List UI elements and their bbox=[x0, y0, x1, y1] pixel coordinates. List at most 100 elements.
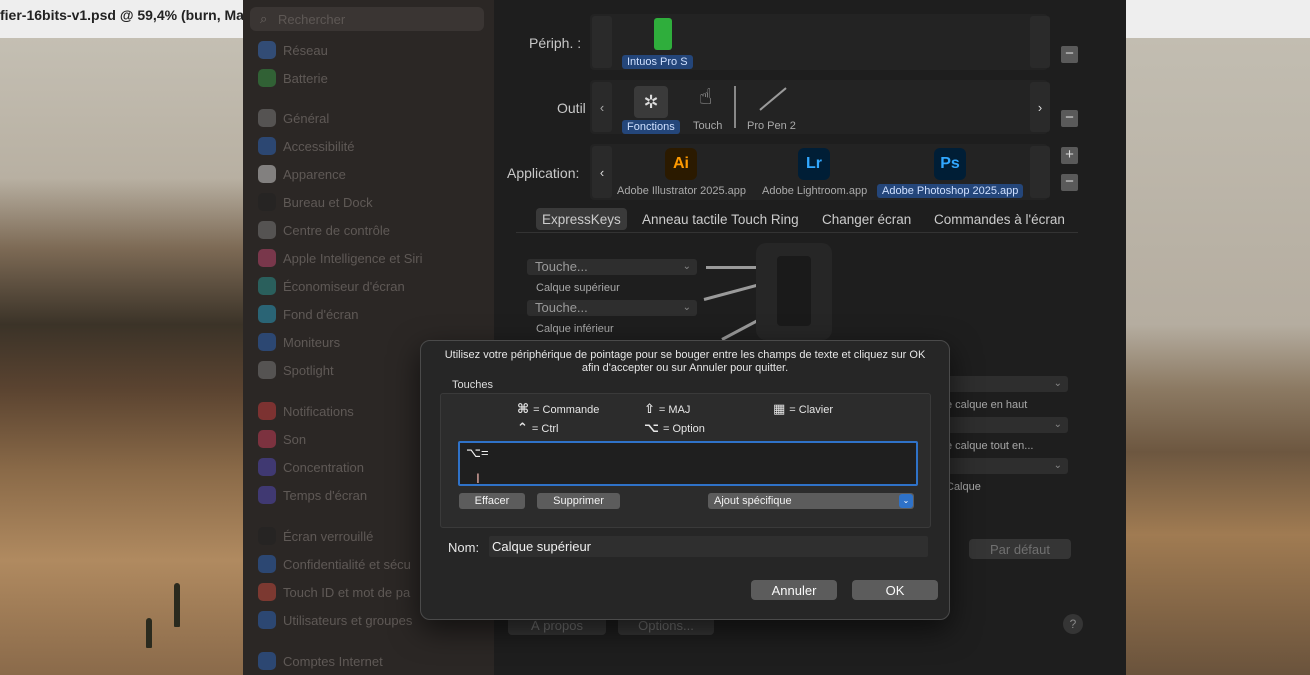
key-sequence-field[interactable]: ⌥= I bbox=[458, 441, 918, 486]
sidebar-item-label: Apple Intelligence et Siri bbox=[283, 250, 423, 266]
sidebar-item[interactable]: Batterie bbox=[258, 68, 328, 88]
device-prev-button[interactable] bbox=[592, 16, 612, 68]
sidebar-item[interactable]: Réseau bbox=[258, 40, 328, 60]
expresskey-2-popup[interactable]: Touche... ⌄ bbox=[527, 300, 697, 316]
sidebar-item-icon bbox=[258, 583, 276, 601]
app-prev-button[interactable]: ‹ bbox=[592, 146, 612, 198]
app-name-illustrator[interactable]: Adobe Illustrator 2025.app bbox=[617, 185, 746, 197]
sidebar-item[interactable]: Économiseur d'écran bbox=[258, 276, 405, 296]
ajout-specifique-select[interactable]: Ajout spécifique ⌄ bbox=[708, 493, 914, 509]
app-add-button[interactable]: + bbox=[1061, 147, 1078, 164]
expresskey-1-popup[interactable]: Touche... ⌄ bbox=[527, 259, 697, 275]
sidebar-item-icon bbox=[258, 611, 276, 629]
expresskey-3-popup[interactable]: ⌄ bbox=[942, 376, 1068, 392]
sidebar-item-icon bbox=[258, 221, 276, 239]
app-remove-button[interactable]: − bbox=[1061, 174, 1078, 191]
expresskey-3-label: e calque en haut bbox=[946, 399, 1028, 411]
sidebar-item[interactable]: Utilisateurs et groupes bbox=[258, 610, 412, 630]
tool-remove-button[interactable]: − bbox=[1061, 110, 1078, 127]
sidebar-item[interactable]: Bureau et Dock bbox=[258, 192, 373, 212]
legend-ctrl: ⌃ = Ctrl bbox=[517, 420, 559, 435]
app-next-button[interactable] bbox=[1030, 146, 1050, 198]
tool-item-pro-pen[interactable]: Pro Pen 2 bbox=[747, 120, 796, 132]
photoshop-document-title: fier-16bits-v1.psd @ 59,4% (burn, Masq bbox=[0, 7, 261, 23]
effacer-button[interactable]: Effacer bbox=[459, 493, 525, 509]
sidebar-item-icon bbox=[258, 430, 276, 448]
expresskey-5-popup[interactable]: ⌄ bbox=[942, 458, 1068, 474]
tool-next-button[interactable]: › bbox=[1030, 82, 1050, 132]
tool-divider bbox=[734, 86, 736, 128]
photo-canvas-right bbox=[1126, 38, 1310, 675]
sidebar-item[interactable]: Comptes Internet bbox=[258, 651, 383, 671]
sidebar-item[interactable]: Apparence bbox=[258, 164, 346, 184]
sidebar-item[interactable]: Temps d'écran bbox=[258, 485, 367, 505]
sidebar-item-label: Comptes Internet bbox=[283, 653, 383, 669]
sidebar-item-icon bbox=[258, 486, 276, 504]
device-remove-button[interactable]: − bbox=[1061, 46, 1078, 63]
sidebar-item-icon bbox=[258, 333, 276, 351]
tab-changer-ecran[interactable]: Changer écran bbox=[816, 208, 917, 230]
sidebar-item-label: Confidentialité et sécu bbox=[283, 556, 411, 572]
tablet-icon[interactable] bbox=[654, 18, 672, 50]
sidebar-item[interactable]: Général bbox=[258, 108, 329, 128]
tab-commandes-ecran[interactable]: Commandes à l'écran bbox=[928, 208, 1071, 230]
lightroom-icon[interactable]: Lr bbox=[798, 148, 830, 180]
sidebar-item-icon bbox=[258, 277, 276, 295]
expresskey-5-label: Calque bbox=[946, 481, 981, 493]
sidebar-item-label: Son bbox=[283, 431, 307, 447]
tool-item-fonctions[interactable]: Fonctions bbox=[622, 120, 680, 134]
sidebar-item-label: Économiseur d'écran bbox=[283, 278, 405, 294]
tab-touch-ring[interactable]: Anneau tactile Touch Ring bbox=[636, 208, 805, 230]
key-entry-dialog: Utilisez votre périphérique de pointage … bbox=[420, 340, 950, 620]
device-name[interactable]: Intuos Pro S bbox=[622, 55, 693, 69]
sidebar-item-label: Réseau bbox=[283, 42, 328, 58]
sidebar-item-icon bbox=[258, 249, 276, 267]
expresskey-2-label: Calque inférieur bbox=[536, 323, 614, 335]
supprimer-button[interactable]: Supprimer bbox=[537, 493, 620, 509]
text-cursor-icon: I bbox=[476, 470, 480, 486]
sidebar-item-icon bbox=[258, 527, 276, 545]
cypress-tree bbox=[174, 583, 180, 627]
device-next-button[interactable] bbox=[1030, 16, 1050, 68]
sidebar-item[interactable]: Écran verrouillé bbox=[258, 526, 373, 546]
ok-button[interactable]: OK bbox=[852, 580, 938, 600]
tab-expresskeys[interactable]: ExpressKeys bbox=[536, 208, 627, 230]
key-sequence-value: ⌥= bbox=[466, 445, 489, 460]
sidebar-item[interactable]: Concentration bbox=[258, 457, 364, 477]
touches-group-label: Touches bbox=[452, 379, 493, 391]
app-name-photoshop[interactable]: Adobe Photoshop 2025.app bbox=[877, 184, 1024, 198]
app-name-lightroom[interactable]: Adobe Lightroom.app bbox=[762, 185, 867, 197]
nom-input[interactable]: Calque supérieur bbox=[489, 536, 928, 557]
par-defaut-button[interactable]: Par défaut bbox=[969, 539, 1071, 559]
tool-prev-button[interactable]: ‹ bbox=[592, 82, 612, 132]
sidebar-item[interactable]: Spotlight bbox=[258, 360, 334, 380]
sidebar-item[interactable]: Moniteurs bbox=[258, 332, 340, 352]
sidebar-item-label: Batterie bbox=[283, 70, 328, 86]
functions-icon[interactable]: ✲ bbox=[634, 86, 668, 118]
sidebar-item[interactable]: Centre de contrôle bbox=[258, 220, 390, 240]
sidebar-item[interactable]: Accessibilité bbox=[258, 136, 355, 156]
application-label: Application: bbox=[507, 165, 580, 181]
sidebar-item-label: Apparence bbox=[283, 166, 346, 182]
annuler-button[interactable]: Annuler bbox=[751, 580, 837, 600]
photoshop-icon[interactable]: Ps bbox=[934, 148, 966, 180]
sidebar-item-icon bbox=[258, 165, 276, 183]
sidebar-item[interactable]: Apple Intelligence et Siri bbox=[258, 248, 422, 268]
sidebar-item[interactable]: Notifications bbox=[258, 401, 354, 421]
expresskey-1-label: Calque supérieur bbox=[536, 282, 620, 294]
sidebar-item-label: Notifications bbox=[283, 403, 354, 419]
keyboard-icon: ▦ bbox=[773, 401, 786, 416]
help-button[interactable]: ? bbox=[1063, 614, 1083, 634]
expresskey-4-label: e calque tout en... bbox=[946, 440, 1034, 452]
sidebar-item-icon bbox=[258, 69, 276, 87]
illustrator-icon[interactable]: Ai bbox=[665, 148, 697, 180]
touch-hand-icon[interactable]: ☝ bbox=[699, 84, 713, 116]
sidebar-item[interactable]: Confidentialité et sécu bbox=[258, 554, 411, 574]
sidebar-item[interactable]: Son bbox=[258, 429, 306, 449]
dialog-instructions: Utilisez votre périphérique de pointage … bbox=[444, 349, 926, 374]
sidebar-item[interactable]: Fond d'écran bbox=[258, 304, 358, 324]
tool-item-touch[interactable]: Touch bbox=[693, 120, 722, 132]
sidebar-item[interactable]: Touch ID et mot de pa bbox=[258, 582, 410, 602]
expresskey-4-popup[interactable]: ⌄ bbox=[942, 417, 1068, 433]
sidebar-item-icon bbox=[258, 555, 276, 573]
